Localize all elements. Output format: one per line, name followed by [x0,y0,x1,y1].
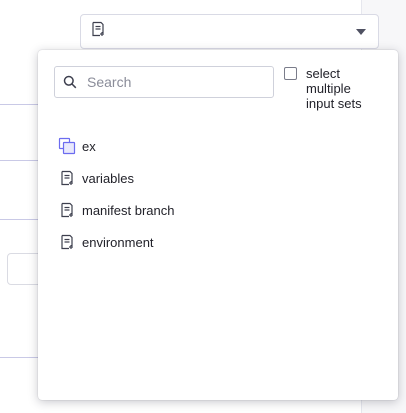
list-item-label: ex [82,138,96,154]
list-item-variables[interactable]: variables [58,162,358,194]
input-set-icon [58,169,76,187]
list-item-label: variables [82,170,135,186]
search-icon [63,75,77,89]
input-set-list: ex variables manifest branch environment [58,130,358,258]
multi-select-option[interactable]: select multiple input sets [284,66,384,111]
search-box[interactable] [54,66,274,98]
input-set-icon [91,21,105,42]
list-item-ex[interactable]: ex [58,130,358,162]
list-item-label: environment [82,234,154,250]
list-item-label: manifest branch [82,202,175,218]
chevron-down-icon [356,28,366,35]
overlay-input-set-icon [58,137,76,155]
list-item-manifest-branch[interactable]: manifest branch [58,194,358,226]
list-item-environment[interactable]: environment [58,226,358,258]
multi-select-checkbox[interactable] [284,67,297,80]
input-set-selector[interactable] [80,14,379,49]
input-set-icon [58,233,76,251]
input-set-icon [58,201,76,219]
input-sets-popover: select multiple input sets ex variables [38,50,398,400]
multi-select-label: select multiple input sets [306,66,362,111]
search-input[interactable] [87,74,267,90]
